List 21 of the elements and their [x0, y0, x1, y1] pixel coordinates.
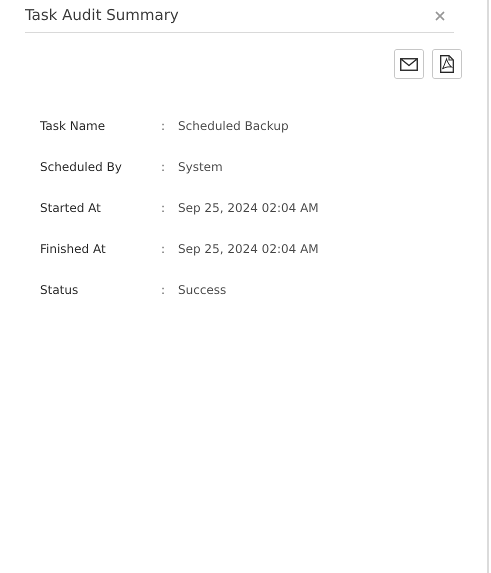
pdf-button[interactable] — [432, 49, 462, 79]
field-value: Scheduled Backup — [178, 118, 289, 132]
close-icon[interactable] — [435, 11, 445, 21]
field-value: Success — [178, 282, 226, 296]
pdf-file-icon — [440, 55, 454, 73]
field-label: Finished At — [40, 242, 107, 256]
field-value: Sep 25, 2024 02:04 AM — [178, 200, 319, 214]
separator: : — [161, 242, 166, 256]
field-value: Sep 25, 2024 02:04 AM — [178, 242, 319, 256]
field-label: Scheduled By — [40, 160, 123, 174]
field-label: Task Name — [40, 118, 106, 132]
separator: : — [161, 118, 166, 132]
separator: : — [161, 282, 166, 296]
separator: : — [161, 200, 166, 214]
field-value: System — [178, 160, 223, 174]
email-button[interactable] — [394, 49, 424, 79]
envelope-icon — [400, 58, 418, 70]
window-title: Task Audit Summary — [25, 6, 179, 24]
field-label: Status — [40, 282, 80, 296]
separator: : — [161, 160, 166, 174]
field-label: Started At — [40, 200, 102, 214]
